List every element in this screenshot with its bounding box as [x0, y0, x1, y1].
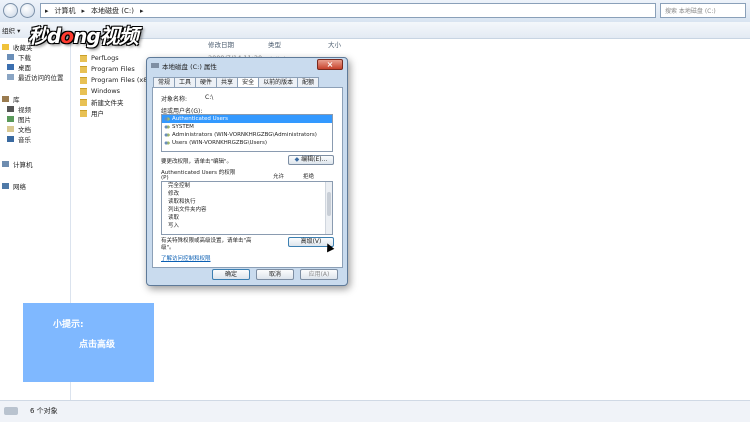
breadcrumb-computer[interactable]: 计算机 [55, 6, 76, 16]
item-count: 6 个对象 [30, 407, 58, 415]
picture-icon [7, 116, 14, 122]
list-item[interactable]: Authenticated Users [162, 115, 332, 123]
column-size[interactable]: 大小 [328, 39, 341, 49]
music-icon [7, 136, 14, 142]
document-icon [7, 126, 14, 132]
list-item[interactable]: Users (WIN-VORNKHRGZBG\Users) [162, 139, 332, 147]
sidebar-item-recent[interactable]: 最近访问的位置 [2, 72, 64, 82]
forward-button[interactable] [20, 3, 35, 18]
list-item: 列出文件夹内容 [168, 207, 207, 213]
chevron-right-icon: ▸ [139, 6, 144, 15]
folder-icon [80, 87, 87, 95]
list-item[interactable]: SYSTEM [162, 123, 332, 131]
column-type[interactable]: 类型 [268, 39, 281, 49]
star-icon [2, 44, 9, 50]
back-button[interactable] [3, 3, 18, 18]
shield-icon: ◆ [294, 156, 300, 163]
list-item[interactable]: 新建文件夹 [80, 97, 124, 107]
folder-icon [80, 76, 87, 84]
network-icon [2, 183, 9, 189]
change-hint: 要更改权限，请单击"编辑"。 [161, 159, 233, 165]
chevron-right-icon: ▸ [81, 6, 86, 15]
scrollbar-thumb[interactable] [327, 192, 331, 216]
drive-icon [151, 63, 159, 68]
scrollbar[interactable] [325, 182, 332, 234]
access-control-link[interactable]: 了解访问控制和权限 [161, 254, 211, 262]
list-item[interactable]: Program Files (x86) [80, 75, 154, 85]
column-modified[interactable]: 修改日期 [208, 39, 234, 49]
download-icon [7, 54, 14, 60]
recent-icon [7, 74, 14, 80]
sidebar-item-library[interactable]: 库 [2, 94, 31, 104]
users-icon [164, 140, 170, 146]
folder-icon [80, 65, 87, 73]
advanced-hint-cont: 级"。 [161, 245, 175, 251]
list-item: 完全控制 [168, 183, 191, 189]
folder-icon [80, 109, 87, 117]
library-icon [2, 96, 9, 102]
list-item: 修改 [168, 191, 180, 197]
permission-label: Authenticated Users 的权限 [161, 170, 236, 176]
video-icon [7, 106, 14, 112]
object-name-label: 对象名称: [161, 96, 188, 103]
sidebar-item-computer[interactable]: 计算机 [2, 159, 33, 169]
list-item: 写入 [168, 223, 180, 229]
list-item: 读取和执行 [168, 199, 196, 205]
list-item[interactable]: Program Files [80, 64, 135, 74]
tip-text: 点击高级 [79, 340, 116, 350]
sidebar-item-music[interactable]: 音乐 [2, 134, 31, 144]
ok-button[interactable]: 确定 [212, 269, 250, 280]
search-input[interactable]: 搜索 本地磁盘 (C:) [660, 3, 746, 18]
column-headers: 修改日期 类型 大小 [72, 38, 750, 49]
users-icon [164, 124, 170, 130]
users-icon [164, 116, 170, 122]
breadcrumb-drive[interactable]: 本地磁盘 (C:) [91, 6, 134, 16]
security-panel: 对象名称: C:\ 组或用户名(G): Authenticated Users … [152, 87, 343, 268]
folder-icon [80, 98, 87, 106]
close-icon: × [326, 60, 334, 69]
sidebar-item-desktop[interactable]: 桌面 [2, 62, 64, 72]
list-item[interactable]: Windows [80, 86, 120, 96]
status-bar: 6 个对象 [0, 400, 750, 422]
sidebar-item-pictures[interactable]: 图片 [2, 114, 31, 124]
object-name-value: C:\ [205, 94, 214, 101]
dialog-titlebar[interactable]: 本地磁盘 (C:) 属性 [151, 60, 217, 71]
list-item: 读取 [168, 215, 180, 221]
list-item[interactable]: PerfLogs [80, 53, 119, 63]
list-item[interactable]: Administrators (WIN-VORNKHRGZBG\Administ… [162, 131, 332, 139]
sidebar-item-documents[interactable]: 文档 [2, 124, 31, 134]
allow-column: 允许 [273, 174, 285, 180]
drive-icon [4, 407, 18, 415]
close-button[interactable]: × [317, 59, 343, 70]
computer-icon: ▸ [45, 6, 49, 15]
sidebar-item-downloads[interactable]: 下载 [2, 52, 64, 62]
desktop-icon [7, 64, 14, 70]
users-icon [164, 132, 170, 138]
tip-box: 小提示: 点击高级 [23, 303, 154, 382]
deny-column: 拒绝 [303, 174, 315, 180]
apply-button[interactable]: 应用(A) [300, 269, 338, 280]
advanced-hint: 有关特殊权限或高级设置，请单击"高 [161, 238, 252, 244]
sidebar-item-network[interactable]: 网络 [2, 181, 26, 191]
list-item[interactable]: 用户 [80, 108, 104, 118]
properties-dialog: 本地磁盘 (C:) 属性 × 常规 工具 硬件 共享 安全 以前的版本 配额 对… [146, 57, 348, 286]
organize-button[interactable]: 组织 ▾ [2, 25, 20, 35]
permission-list: 完全控制 修改 读取和执行 列出文件夹内容 读取 写入 [161, 181, 333, 235]
user-list[interactable]: Authenticated Users SYSTEM Administrator… [161, 114, 333, 152]
dialog-title: 本地磁盘 (C:) 属性 [162, 62, 217, 71]
sidebar-item-videos[interactable]: 视频 [2, 104, 31, 114]
cancel-button[interactable]: 取消 [256, 269, 294, 280]
folder-icon [80, 54, 87, 62]
address-field[interactable]: ▸ 计算机 ▸ 本地磁盘 (C:) ▸ [40, 3, 656, 18]
logo: 秒dong视频 [28, 24, 139, 48]
tip-title: 小提示: [53, 320, 84, 330]
edit-button[interactable]: ◆ 编辑(E)... [288, 155, 334, 165]
computer-icon [2, 161, 9, 167]
